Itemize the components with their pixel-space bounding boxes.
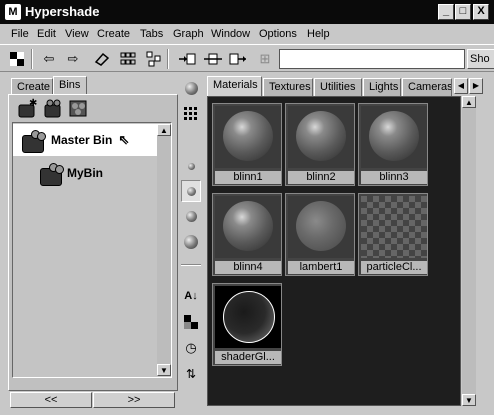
input-connections-icon[interactable] xyxy=(179,50,197,68)
eraser-icon[interactable] xyxy=(93,50,111,68)
tab-materials[interactable]: Materials xyxy=(207,76,262,96)
rearrange-graph-icon[interactable] xyxy=(145,50,163,68)
sort-by-name-icon[interactable]: A↓ xyxy=(183,288,199,304)
swatch-scrollbar[interactable]: ▲ ▼ xyxy=(462,96,476,406)
search-input[interactable] xyxy=(279,49,465,69)
swatch-label: blinn1 xyxy=(215,171,281,184)
scroll-up-icon[interactable]: ▲ xyxy=(157,124,171,136)
scroll-up-icon[interactable]: ▲ xyxy=(462,96,476,108)
bins-scrollbar[interactable]: ▲ ▼ xyxy=(157,124,171,376)
sphere-preview-icon xyxy=(223,291,275,343)
swatch-view-icon[interactable] xyxy=(183,80,199,96)
menu-bar: File Edit View Create Tabs Graph Window … xyxy=(0,26,494,44)
scroll-down-icon[interactable]: ▼ xyxy=(462,394,476,406)
swatch-label: blinn3 xyxy=(361,171,427,184)
scroll-right-button[interactable]: >> xyxy=(93,392,175,408)
swatch-particle-cloud[interactable]: particleCl... xyxy=(358,193,428,276)
checker-icon[interactable] xyxy=(8,50,26,68)
create-bin-icon[interactable]: ✱ xyxy=(16,98,38,118)
title-bar: M Hypershade _ □ X xyxy=(0,0,494,24)
swatch-image xyxy=(288,106,354,168)
tab-textures[interactable]: Textures xyxy=(263,78,313,96)
menu-graph[interactable]: Graph xyxy=(173,28,204,40)
tab-cameras[interactable]: Cameras xyxy=(402,78,452,96)
menu-window[interactable]: Window xyxy=(211,28,250,40)
svg-text:✱: ✱ xyxy=(29,98,37,109)
tab-scroll-right-icon[interactable]: ▶ xyxy=(469,78,483,94)
toolbar: ⇦ ⇨ ⊞ Sho xyxy=(0,44,494,72)
material-swatch-grid: blinn1 blinn2 blinn3 blinn4 lambert1 par… xyxy=(207,96,461,406)
window-title: Hypershade xyxy=(25,4,100,19)
tab-lights[interactable]: Lights xyxy=(363,78,401,96)
divider xyxy=(181,264,201,266)
maximize-button[interactable]: □ xyxy=(455,4,471,20)
toolbar-separator xyxy=(31,49,33,69)
swatch-image xyxy=(215,196,281,258)
cursor-icon: ⇖ xyxy=(118,132,130,147)
swatch-blinn2[interactable]: blinn2 xyxy=(285,103,355,186)
swatch-label: shaderGl... xyxy=(215,351,281,364)
swatch-image xyxy=(215,106,281,168)
menu-options[interactable]: Options xyxy=(259,28,297,40)
select-bin-contents-icon[interactable] xyxy=(68,98,90,118)
sort-by-time-icon[interactable]: ◷ xyxy=(183,340,199,356)
sphere-preview-icon xyxy=(296,111,346,161)
tab-scroll-left-icon[interactable]: ◀ xyxy=(454,78,468,94)
forward-arrow-icon[interactable]: ⇨ xyxy=(64,50,82,68)
tab-utilities[interactable]: Utilities xyxy=(314,78,362,96)
bin-item-mybin[interactable]: MyBin xyxy=(13,158,157,188)
list-view-icon[interactable] xyxy=(183,106,199,122)
sphere-preview-icon xyxy=(296,201,346,251)
sphere-preview-icon xyxy=(223,111,273,161)
toolbar-separator xyxy=(167,49,169,69)
swatch-blinn3[interactable]: blinn3 xyxy=(358,103,428,186)
menu-edit[interactable]: Edit xyxy=(37,28,56,40)
small-icons-icon[interactable] xyxy=(183,158,199,174)
swatch-label: blinn2 xyxy=(288,171,354,184)
sphere-preview-icon xyxy=(223,201,273,251)
bin-label: Master Bin xyxy=(51,133,113,147)
material-tabs: Materials Textures Utilities Lights Came… xyxy=(207,76,487,96)
large-icons-icon[interactable] xyxy=(183,208,199,224)
swatch-image xyxy=(288,196,354,258)
swatch-image xyxy=(215,286,281,348)
maya-logo-icon: M xyxy=(5,4,21,20)
swatch-image xyxy=(361,106,427,168)
menu-file[interactable]: File xyxy=(11,28,29,40)
menu-tabs[interactable]: Tabs xyxy=(140,28,163,40)
checker-preview-icon xyxy=(361,196,427,258)
swatch-label: particleCl... xyxy=(361,261,427,274)
output-connections-icon[interactable] xyxy=(229,50,247,68)
bin-icon xyxy=(37,162,64,186)
menu-help[interactable]: Help xyxy=(307,28,330,40)
scroll-left-button[interactable]: << xyxy=(10,392,92,408)
medium-icons-icon[interactable] xyxy=(181,180,201,202)
minimize-button[interactable]: _ xyxy=(438,4,454,20)
graph-filter-icon[interactable]: ⊞ xyxy=(256,50,274,68)
swatch-blinn4[interactable]: blinn4 xyxy=(212,193,282,276)
sphere-preview-icon xyxy=(369,111,419,161)
sort-by-type-icon[interactable] xyxy=(183,314,199,330)
grid-layout-icon[interactable] xyxy=(119,50,137,68)
menu-view[interactable]: View xyxy=(65,28,89,40)
swatch-label: lambert1 xyxy=(288,261,354,274)
tab-bins[interactable]: Bins xyxy=(53,76,87,96)
swatch-shader-glow[interactable]: shaderGl... xyxy=(212,283,282,366)
scroll-down-icon[interactable]: ▼ xyxy=(157,364,171,376)
sort-reverse-icon[interactable]: ⇅ xyxy=(183,366,199,382)
close-button[interactable]: X xyxy=(473,4,489,20)
swatch-label: blinn4 xyxy=(215,261,281,274)
back-arrow-icon[interactable]: ⇦ xyxy=(40,50,58,68)
input-output-connections-icon[interactable] xyxy=(204,50,222,68)
bin-item-master[interactable]: Master Bin ⇖ xyxy=(13,124,157,156)
swatch-blinn1[interactable]: blinn1 xyxy=(212,103,282,186)
show-button[interactable]: Sho xyxy=(467,49,494,69)
menu-create[interactable]: Create xyxy=(97,28,130,40)
bin-label: MyBin xyxy=(67,166,103,180)
bin-nav: << >> xyxy=(10,392,176,408)
add-to-bin-icon[interactable] xyxy=(42,98,64,118)
bin-icon xyxy=(19,129,46,153)
extra-large-icons-icon[interactable] xyxy=(183,234,199,250)
swatch-lambert1[interactable]: lambert1 xyxy=(285,193,355,276)
